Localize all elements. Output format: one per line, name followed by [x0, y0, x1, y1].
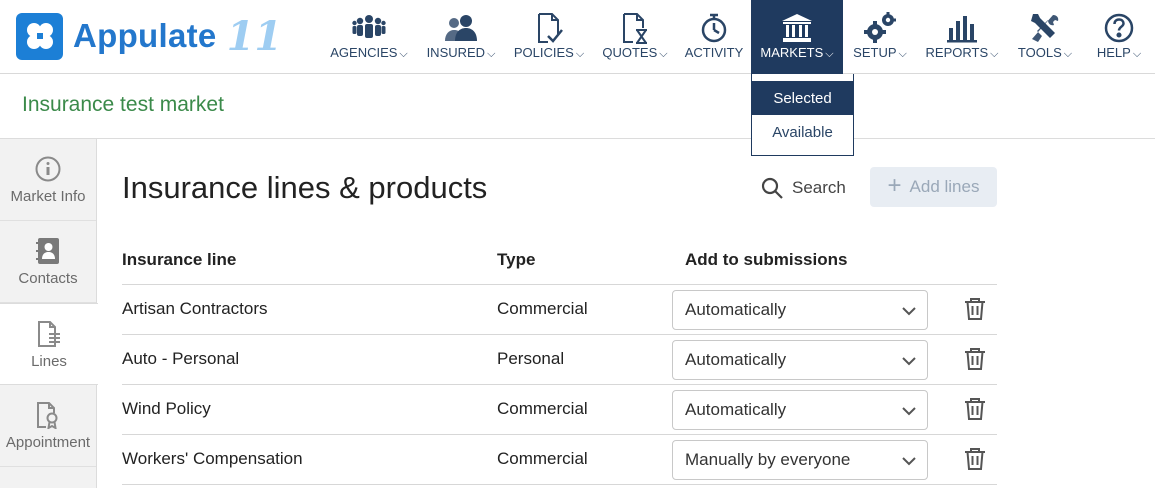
chevron-down-icon: ⌵ — [990, 48, 999, 60]
sidebar-item-contacts[interactable]: Contacts — [0, 221, 96, 303]
chevron-down-icon: ⌵ — [1063, 48, 1073, 60]
insurance-line-name: Auto - Personal — [122, 349, 240, 368]
agencies-icon — [352, 12, 386, 44]
chevron-down-icon: ⌵ — [487, 48, 496, 60]
add-to-submissions-select[interactable]: Automatically — [672, 340, 928, 380]
nav-activity[interactable]: ACTIVITY — [682, 0, 746, 74]
brand-name: Appulate — [73, 17, 217, 54]
market-title: Insurance test market — [22, 93, 224, 116]
info-icon — [34, 154, 62, 184]
sidebar-item-appointment[interactable]: Appointment — [0, 385, 96, 467]
brand-version: 11 — [226, 12, 283, 60]
insurance-line-type: Personal — [497, 349, 565, 368]
chevron-down-icon: ⌵ — [825, 48, 834, 60]
search-icon — [761, 177, 783, 199]
insurance-line-name: Artisan Contractors — [122, 299, 268, 318]
chevron-down-icon: ⌵ — [659, 48, 668, 60]
markets-menu-selected[interactable]: Selected — [752, 81, 853, 115]
trash-icon[interactable] — [964, 347, 986, 371]
nav-policies[interactable]: POLICIES ⌵ — [510, 0, 588, 74]
nav-markets[interactable]: MARKETS ⌵ — [751, 0, 843, 74]
appulate-logo[interactable]: Appulate 11 — [16, 12, 282, 60]
nav-agencies[interactable]: AGENCIES ⌵ — [328, 0, 410, 74]
table-row: Auto - Personal Personal Automatically — [122, 334, 997, 384]
setup-icon — [863, 12, 897, 44]
insurance-line-name: Workers' Compensation — [122, 449, 303, 468]
insurance-line-name: Wind Policy — [122, 399, 211, 418]
insurance-line-type: Commercial — [497, 299, 588, 318]
table-row: Wind Policy Commercial Automatically — [122, 384, 997, 434]
chevron-down-icon — [902, 357, 916, 366]
chevron-down-icon: ⌵ — [399, 48, 408, 60]
trash-icon[interactable] — [964, 397, 986, 421]
insured-icon — [444, 12, 478, 44]
nav-help[interactable]: HELP ⌵ — [1088, 0, 1150, 74]
market-header: Insurance test market — [0, 74, 1155, 139]
add-lines-button[interactable]: + Add lines — [870, 167, 997, 207]
nav-insured[interactable]: INSURED ⌵ — [422, 0, 500, 74]
market-sidebar: Market Info Contacts Lines Appointment — [0, 139, 98, 488]
tools-icon — [1028, 12, 1062, 44]
markets-menu-available[interactable]: Available — [752, 115, 853, 149]
nav-reports[interactable]: REPORTS ⌵ — [922, 0, 1002, 74]
reports-icon — [945, 12, 979, 44]
chevron-down-icon: ⌵ — [1132, 48, 1142, 60]
markets-dropdown-menu: Selected Available — [751, 74, 854, 156]
chevron-down-icon — [902, 407, 916, 416]
help-icon — [1102, 12, 1136, 44]
trash-icon[interactable] — [964, 297, 986, 321]
insurance-line-type: Commercial — [497, 399, 588, 418]
column-header-add-to-submissions: Add to submissions — [685, 250, 848, 269]
appointment-certificate-icon — [35, 400, 61, 430]
add-to-submissions-select[interactable]: Manually by everyone — [672, 440, 928, 480]
trash-icon[interactable] — [964, 447, 986, 471]
top-navigation-bar: Appulate 11 AGENCIES ⌵ INSURED ⌵ POLICIE… — [0, 0, 1155, 74]
quotes-icon — [618, 12, 652, 44]
sidebar-item-market-info[interactable]: Market Info — [0, 139, 96, 221]
clover-logo-icon — [16, 12, 63, 60]
search-button[interactable]: Search — [760, 170, 846, 206]
lines-document-icon — [36, 319, 62, 349]
page-title: Insurance lines & products — [122, 170, 488, 205]
table-row: Artisan Contractors Commercial Automatic… — [122, 284, 997, 334]
insurance-line-type: Commercial — [497, 449, 588, 468]
markets-icon — [780, 12, 814, 44]
add-to-submissions-select[interactable]: Automatically — [672, 290, 928, 330]
chevron-down-icon: ⌵ — [575, 48, 585, 60]
contacts-icon — [35, 236, 61, 266]
column-header-type: Type — [497, 250, 536, 269]
chevron-down-icon: ⌵ — [898, 48, 907, 60]
plus-icon: + — [887, 171, 902, 199]
nav-setup[interactable]: SETUP ⌵ — [848, 0, 912, 74]
nav-tools[interactable]: TOOLS ⌵ — [1012, 0, 1078, 74]
chevron-down-icon — [902, 457, 916, 466]
sidebar-item-lines[interactable]: Lines — [0, 303, 98, 385]
nav-quotes[interactable]: QUOTES ⌵ — [598, 0, 672, 74]
add-to-submissions-select[interactable]: Automatically — [672, 390, 928, 430]
activity-icon — [697, 12, 731, 44]
column-header-insurance-line: Insurance line — [122, 250, 237, 269]
policies-icon — [532, 12, 566, 44]
table-row: Workers' Compensation Commercial Manuall… — [122, 434, 997, 484]
table-bottom-border — [122, 484, 997, 485]
chevron-down-icon — [902, 307, 916, 316]
